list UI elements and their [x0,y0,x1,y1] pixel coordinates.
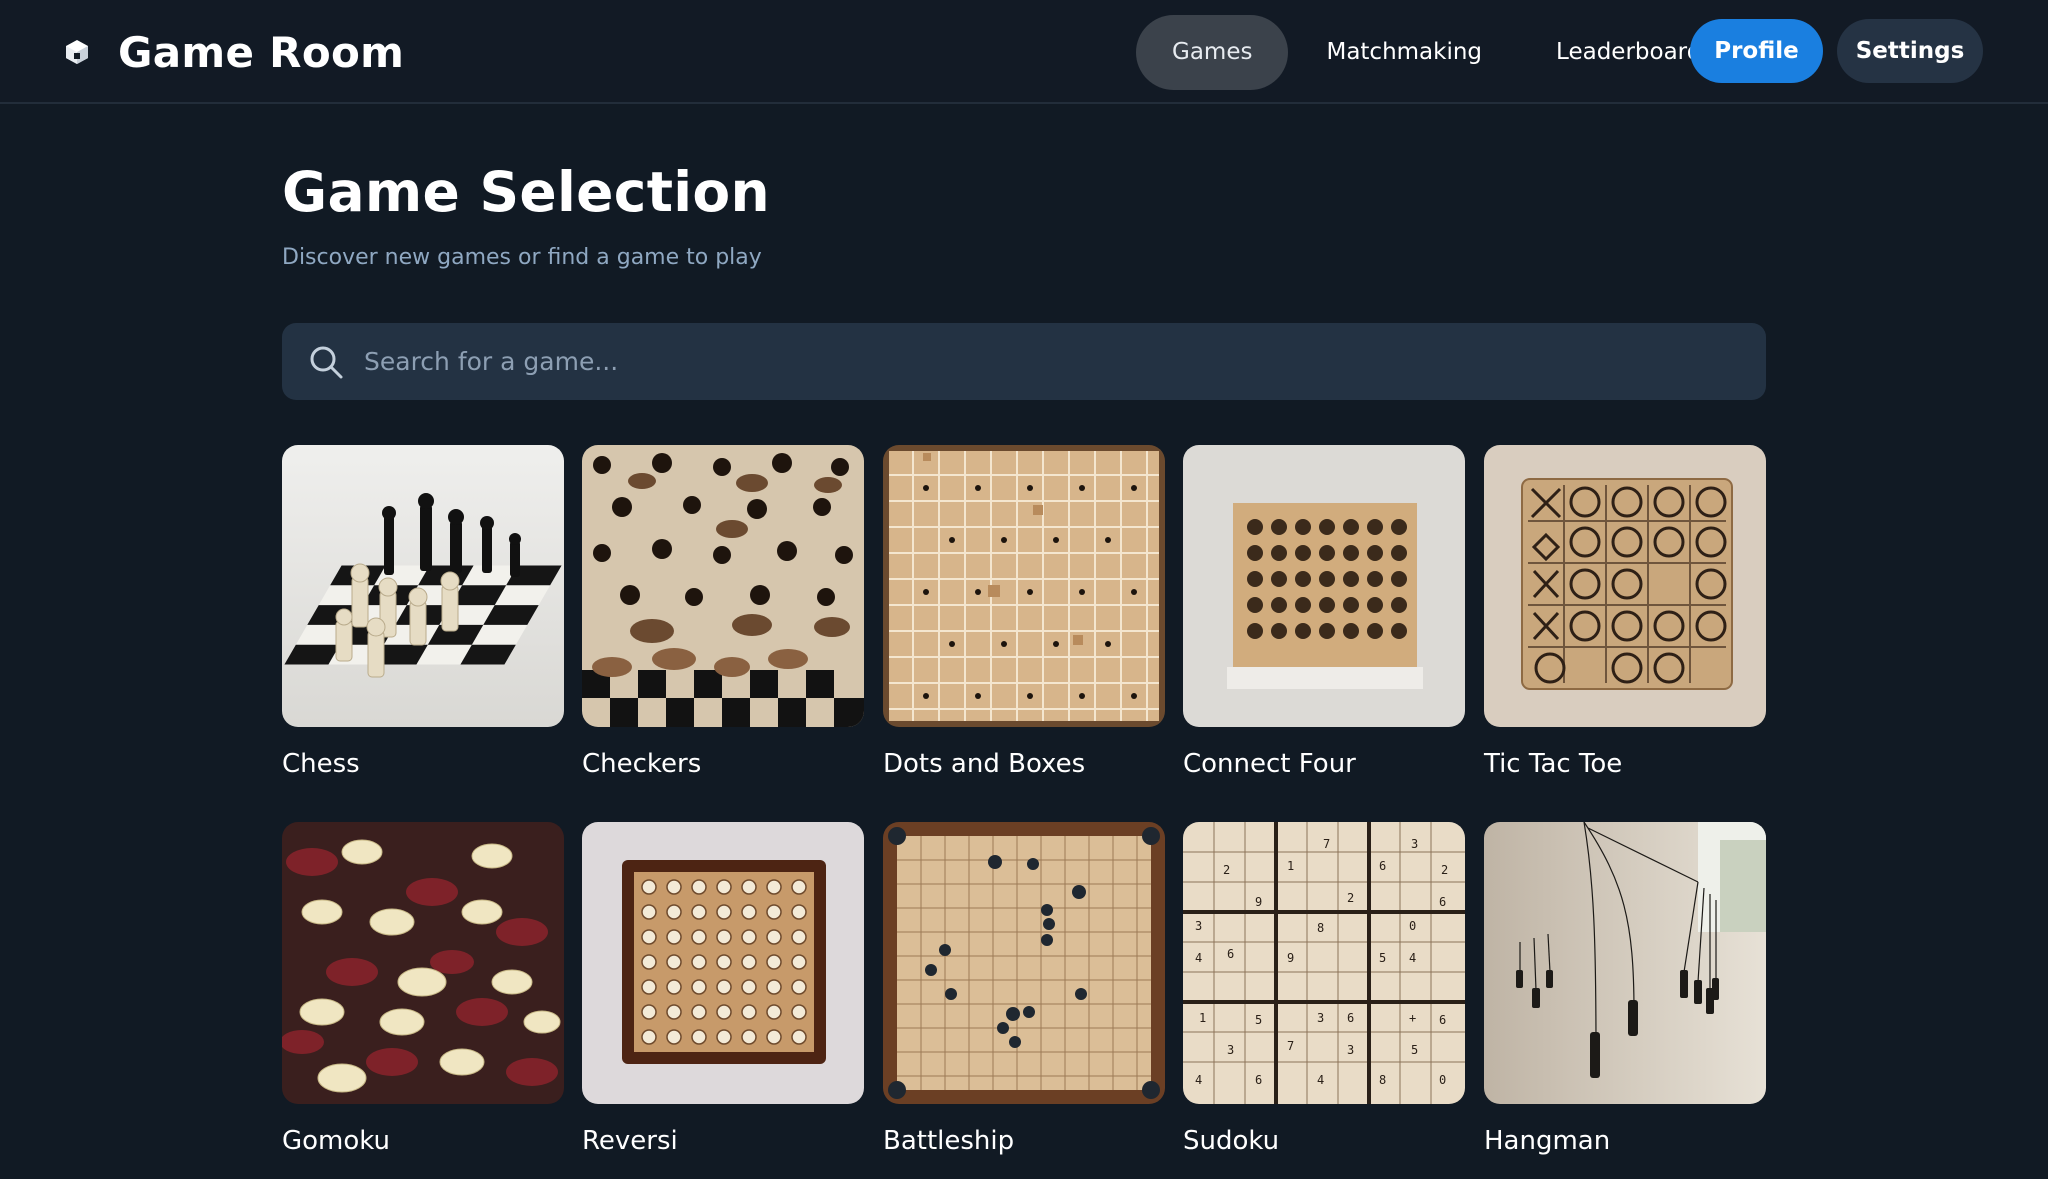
game-name: Gomoku [282,1126,391,1156]
game-name: Sudoku [1183,1126,1280,1156]
cube-icon [66,40,88,64]
svg-text:3: 3 [1347,1043,1354,1057]
search-input[interactable] [362,323,1766,400]
settings-button[interactable]: Settings [1837,19,1983,83]
svg-text:6: 6 [1347,1011,1354,1025]
game-name: Dots and Boxes [883,749,1086,779]
svg-text:9: 9 [1287,951,1294,965]
game-card-sudoku[interactable]: 2 1 7 6 3 2 3 9 8 2 0 6 4 6 9 5 4 1 5 3 6 +6 3 7 3 5 4 6 4 8 0 Su… [1183,822,1465,1156]
svg-text:6: 6 [1255,1073,1262,1087]
top-navigation-bar: Game Room Games Matchmaking Leaderboard … [0,0,2048,104]
svg-text:5: 5 [1379,951,1386,965]
svg-text:8: 8 [1317,921,1324,935]
checkers-pieces-image [582,445,864,727]
svg-text:4: 4 [1195,951,1202,965]
svg-text:4: 4 [1317,1073,1324,1087]
game-card-tic-tac-toe[interactable]: Tic Tac Toe [1484,445,1766,779]
app-title: Game Room [118,27,405,77]
svg-text:0: 0 [1439,1073,1446,1087]
game-card-connect-four[interactable]: Connect Four [1183,445,1465,779]
svg-text:7: 7 [1287,1039,1294,1053]
reversi-board-image [582,822,864,1104]
game-card-gomoku[interactable]: Gomoku [282,822,564,1156]
svg-text:3: 3 [1317,1011,1324,1025]
page-subtitle: Discover new games or find a game to pla… [282,245,762,270]
svg-text:4: 4 [1409,951,1416,965]
game-name: Connect Four [1183,749,1356,779]
svg-text:4: 4 [1195,1073,1202,1087]
game-card-chess[interactable]: Chess [282,445,564,779]
gomoku-stones-image [282,822,564,1104]
svg-text:3: 3 [1195,919,1202,933]
svg-text:3: 3 [1411,837,1418,851]
game-name: Tic Tac Toe [1484,749,1623,779]
svg-text:5: 5 [1255,1013,1262,1027]
game-card-checkers[interactable]: Checkers [582,445,864,779]
game-card-hangman[interactable]: Hangman [1484,822,1766,1156]
profile-button[interactable]: Profile [1690,19,1823,83]
tic-tac-toe-board-image [1484,445,1766,727]
chess-board-image [282,445,564,727]
game-name: Hangman [1484,1126,1611,1156]
nav-item-matchmaking[interactable]: Matchmaking [1290,15,1518,90]
svg-text:+: + [1409,1011,1416,1025]
game-name: Chess [282,749,360,779]
svg-text:6: 6 [1439,895,1446,909]
svg-text:6: 6 [1439,1013,1446,1027]
svg-text:5: 5 [1411,1043,1418,1057]
svg-text:2: 2 [1223,863,1230,877]
game-card-dots-and-boxes[interactable]: Dots and Boxes [883,445,1165,779]
game-name: Reversi [582,1126,678,1156]
svg-text:2: 2 [1441,863,1448,877]
page-title: Game Selection [282,160,770,224]
search-icon [310,346,343,378]
svg-text:9: 9 [1255,895,1262,909]
svg-text:8: 8 [1379,1073,1386,1087]
nav-item-games[interactable]: Games [1136,15,1289,90]
main-nav: Games Matchmaking Leaderboard [1136,15,1739,90]
dots-grid-image [883,445,1165,727]
svg-text:1: 1 [1287,859,1294,873]
battleship-grid-image [883,822,1165,1104]
search-bar[interactable] [282,323,1766,400]
svg-text:1: 1 [1199,1011,1206,1025]
connect-four-board-image [1183,445,1465,727]
brand[interactable]: Game Room [62,22,404,82]
svg-text:0: 0 [1409,919,1416,933]
svg-text:2: 2 [1347,891,1354,905]
game-card-battleship[interactable]: Battleship [883,822,1165,1156]
sudoku-grid-image: 2 1 7 6 3 2 3 9 8 2 0 6 4 6 9 5 4 1 5 3 6 +6 3 7 3 5 4 6 4 8 0 [1183,822,1465,1104]
game-name: Checkers [582,749,702,779]
hangman-figures-image [1484,822,1766,1104]
svg-text:3: 3 [1227,1043,1234,1057]
svg-text:6: 6 [1227,947,1234,961]
game-name: Battleship [883,1126,1015,1156]
svg-text:6: 6 [1379,859,1386,873]
game-card-reversi[interactable]: Reversi [582,822,864,1156]
svg-text:7: 7 [1323,837,1330,851]
